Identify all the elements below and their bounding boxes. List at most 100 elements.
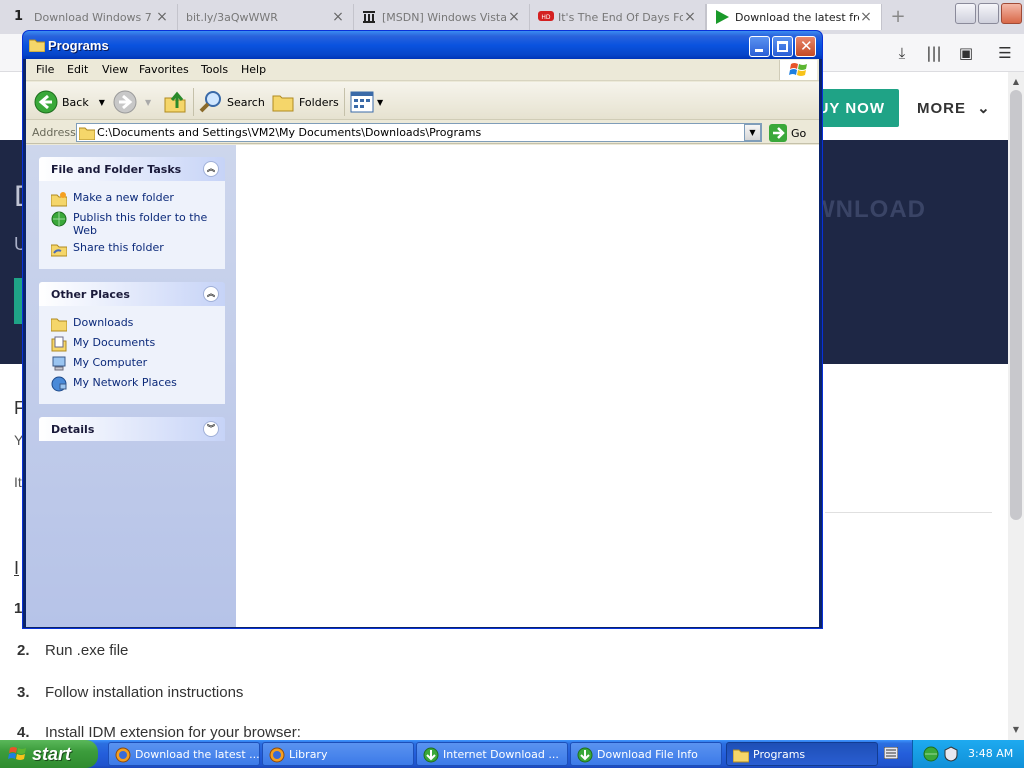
share-folder-icon [51, 244, 67, 257]
minimize-button[interactable] [955, 3, 976, 24]
collapse-icon[interactable]: ︽ [203, 286, 219, 302]
maximize-button[interactable] [772, 36, 793, 57]
menu-favorites[interactable]: Favorites [139, 63, 189, 76]
link-label: My Computer [73, 356, 148, 369]
up-folder-button[interactable] [163, 90, 187, 114]
address-path: C:\Documents and Settings\VM2\My Documen… [97, 126, 482, 139]
other-places-panel: Other Places ︽ Downloads My Documents My… [39, 282, 225, 404]
link-label: Downloads [73, 316, 134, 329]
download-icon[interactable]: ⤓ [893, 45, 911, 61]
play-icon [715, 10, 729, 24]
menu-edit[interactable]: Edit [67, 63, 88, 76]
chevron-down-icon: ▼ [377, 97, 384, 107]
taskbar-item-library[interactable]: Library [262, 742, 414, 766]
downloads-link[interactable]: Downloads [51, 316, 225, 332]
sidebar-icon[interactable]: ▣ [957, 45, 975, 61]
explorer-window: Programs ✕ File Edit View Favorites Tool… [22, 30, 823, 629]
share-folder-link[interactable]: Share this folder [51, 241, 225, 257]
menu-help[interactable]: Help [241, 63, 266, 76]
network-icon [51, 376, 67, 392]
panel-body: Downloads My Documents My Computer My Ne… [39, 306, 225, 404]
folder-content-pane[interactable] [236, 145, 819, 627]
step-text: Install IDM extension for your browser: [45, 724, 301, 740]
documents-icon [51, 336, 67, 352]
browser-icon [269, 747, 285, 763]
panel-header[interactable]: File and Folder Tasks ︽ [39, 157, 225, 181]
close-icon[interactable]: × [507, 9, 521, 25]
close-icon: ✕ [800, 37, 813, 55]
toolbar-separator [193, 88, 194, 116]
search-icon [199, 91, 221, 113]
close-button[interactable] [1001, 3, 1022, 24]
tab-label: It's The End Of Days Fo [558, 10, 683, 24]
menu-icon[interactable]: ☰ [996, 45, 1014, 61]
tab-4[interactable]: HD It's The End Of Days Fo × [530, 4, 706, 30]
scroll-thumb[interactable] [1010, 90, 1022, 520]
folders-icon [272, 95, 294, 112]
address-dropdown-button[interactable]: ▼ [744, 124, 761, 141]
taskbar-item-programs[interactable]: Programs [726, 742, 878, 766]
address-input[interactable]: C:\Documents and Settings\VM2\My Documen… [76, 123, 762, 142]
tab-1[interactable]: 1 Download Windows 7 IS × [6, 4, 178, 30]
more-label: MORE [917, 100, 966, 117]
divider [825, 512, 992, 513]
more-menu[interactable]: MORE ⌄ [917, 99, 991, 117]
tab-strip: 1 Download Windows 7 IS × bit.ly/3aQwWWR… [0, 0, 1024, 34]
publish-to-web-link[interactable]: Publish this folder to the Web [51, 211, 225, 237]
site-icon: 1 [14, 9, 24, 24]
new-tab-button[interactable]: + [886, 6, 910, 28]
chevron-down-icon[interactable]: ▼ [99, 98, 105, 107]
maximize-button[interactable] [978, 3, 999, 24]
folders-button[interactable]: Folders [271, 90, 339, 114]
tab-3[interactable]: [MSDN] Windows Vista × [354, 4, 530, 30]
panel-header[interactable]: Other Places ︽ [39, 282, 225, 306]
back-button[interactable]: Back ▼ [34, 90, 105, 114]
step-2: 2. Run .exe file [17, 642, 128, 659]
tab-label: [MSDN] Windows Vista [382, 10, 507, 24]
menu-file[interactable]: File [36, 63, 54, 76]
title-bar[interactable]: Programs ✕ [23, 31, 822, 59]
views-button[interactable]: ▼ [350, 90, 383, 114]
scroll-up-icon[interactable]: ▲ [1010, 76, 1022, 88]
step-number: 2. [17, 642, 30, 659]
folders-label: Folders [299, 95, 339, 109]
link-label: My Documents [73, 336, 156, 349]
step-number: 4. [17, 724, 30, 740]
close-icon[interactable]: × [155, 9, 169, 25]
step-text: Follow installation instructions [45, 684, 244, 701]
library-icon[interactable]: ||| [925, 45, 943, 61]
windows-logo-icon [779, 60, 817, 80]
my-documents-link[interactable]: My Documents [51, 336, 225, 352]
text-fragment: I [14, 558, 20, 578]
go-button[interactable]: Go [769, 124, 806, 142]
menu-view[interactable]: View [102, 63, 128, 76]
taskbar-item-download-info[interactable]: Download File Info [570, 742, 722, 766]
scroll-down-icon[interactable]: ▼ [1010, 724, 1022, 736]
close-icon[interactable]: × [331, 9, 345, 25]
close-icon[interactable]: × [859, 9, 873, 25]
my-network-places-link[interactable]: My Network Places [51, 376, 225, 392]
tab-2[interactable]: bit.ly/3aQwWWR × [178, 4, 354, 30]
panel-header[interactable]: Details ︾ [39, 417, 225, 441]
keyboard-icon[interactable] [883, 746, 899, 760]
expand-icon[interactable]: ︾ [203, 421, 219, 437]
standard-toolbar: Back ▼ ▼ Search Folders ▼ [26, 82, 819, 120]
menu-tools[interactable]: Tools [201, 63, 228, 76]
minimize-button[interactable] [749, 36, 770, 57]
make-new-folder-link[interactable]: Make a new folder [51, 191, 225, 207]
browser-icon [115, 747, 131, 763]
taskbar-item-browser[interactable]: Download the latest ... [108, 742, 260, 766]
close-icon[interactable]: × [683, 9, 697, 25]
forward-button[interactable]: ▼ [113, 90, 151, 114]
tab-5[interactable]: Download the latest free × [706, 4, 882, 30]
start-button[interactable]: start [0, 740, 98, 768]
file-folder-tasks-panel: File and Folder Tasks ︽ Make a new folde… [39, 157, 225, 269]
collapse-icon[interactable]: ︽ [203, 161, 219, 177]
folder-icon [733, 749, 749, 763]
close-button[interactable]: ✕ [795, 36, 816, 57]
taskbar-item-idm[interactable]: Internet Download ... [416, 742, 568, 766]
search-button[interactable]: Search [199, 90, 265, 114]
security-tray-icon [944, 746, 958, 762]
go-label: Go [791, 126, 807, 140]
my-computer-link[interactable]: My Computer [51, 356, 225, 372]
